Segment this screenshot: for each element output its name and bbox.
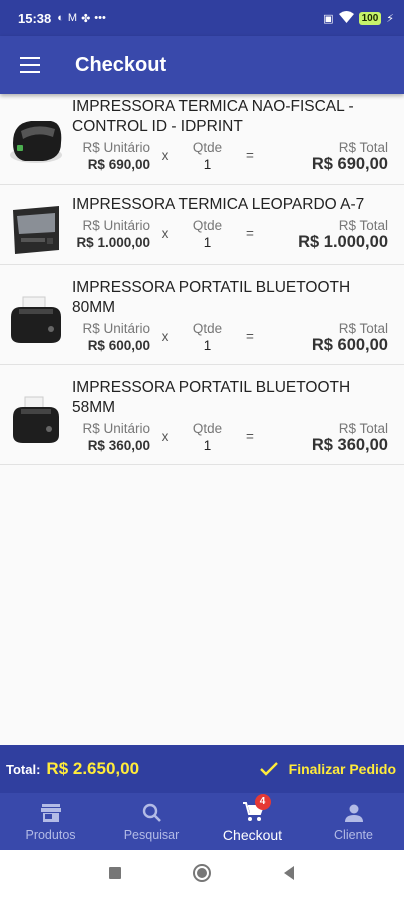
menu-icon[interactable] [20, 57, 40, 73]
product-name: IMPRESSORA TERMICA NAO-FISCAL - CONTROL … [72, 98, 354, 135]
finalize-order-button[interactable]: Finalizar Pedido [259, 761, 396, 777]
person-icon [344, 802, 364, 824]
total-label: R$ Total [338, 321, 388, 336]
nav-pesquisar[interactable]: Pesquisar [101, 793, 202, 850]
qty-label: Qtde [192, 218, 223, 233]
printer-thumbnail [13, 396, 59, 443]
cart-item[interactable]: IMPRESSORA TERMICA NAO-FISCAL - CONTROL … [0, 94, 404, 185]
cart-item[interactable]: IMPRESSORA TERMICA LEOPARDO A-7 R$ Unitá… [0, 185, 404, 265]
total-label: R$ Total [338, 218, 388, 233]
order-total-label: Total: [6, 761, 41, 777]
unit-price-label: R$ Unitário [82, 321, 150, 336]
unit-price-value: R$ 600,00 [87, 338, 150, 353]
nav-checkout[interactable]: 4 Checkout [202, 793, 303, 850]
qty-value[interactable]: 1 [204, 156, 212, 173]
product-image [0, 278, 72, 364]
bottom-navigation: Produtos Pesquisar 4 Checkout Cliente [0, 793, 404, 850]
nav-produtos[interactable]: Produtos [0, 793, 101, 850]
line-total-value: R$ 1.000,00 [298, 233, 388, 251]
sim-icon: ▣ [323, 12, 334, 25]
product-image [0, 378, 72, 464]
product-image [0, 195, 72, 264]
multiply-sign: x [161, 148, 169, 163]
more-icon: ••• [94, 12, 106, 24]
printer-thumbnail [13, 205, 59, 254]
total-label: R$ Total [338, 421, 388, 436]
battery-indicator: 100 [358, 11, 382, 25]
app-bar: Checkout [0, 36, 404, 94]
qty-value[interactable]: 1 [204, 337, 212, 354]
cart-item[interactable]: IMPRESSORA PORTATIL BLUETOOTH 80MM R$ Un… [0, 265, 404, 365]
status-bar: 15:38 ◐ M ✤ ••• ▣ 100 ⚡ [0, 0, 404, 36]
check-icon [259, 762, 278, 776]
cart-list: IMPRESSORA TERMICA NAO-FISCAL - CONTROL … [0, 94, 404, 465]
finalize-order-label: Finalizar Pedido [288, 761, 396, 777]
charging-icon: ⚡ [386, 12, 394, 25]
unit-price-label: R$ Unitário [82, 218, 150, 233]
pinwheel-icon: ✤ [81, 12, 91, 25]
line-total-value: R$ 690,00 [311, 155, 388, 173]
multiply-sign: x [161, 429, 169, 444]
wifi-icon [338, 10, 354, 26]
equals-sign: = [246, 429, 254, 444]
product-name: IMPRESSORA PORTATIL BLUETOOTH 58MM [72, 379, 351, 416]
home-button[interactable] [192, 863, 212, 888]
unit-price-label: R$ Unitário [82, 421, 150, 436]
status-time: 15:38 [18, 10, 52, 26]
cart-badge: 4 [254, 793, 271, 810]
multiply-sign: x [161, 329, 169, 344]
qty-label: Qtde [192, 321, 223, 336]
cart-icon: 4 [242, 793, 271, 823]
unit-price-value: R$ 690,00 [87, 157, 150, 172]
line-total-value: R$ 600,00 [311, 336, 388, 354]
printer-thumbnail [10, 120, 62, 163]
total-label: R$ Total [338, 140, 388, 155]
qty-label: Qtde [192, 421, 223, 436]
multiply-sign: x [161, 226, 169, 241]
order-total-value: R$ 2.650,00 [46, 759, 140, 778]
unit-price-label: R$ Unitário [82, 140, 150, 155]
search-icon [142, 802, 162, 824]
product-image [0, 97, 72, 184]
cart-item[interactable]: IMPRESSORA PORTATIL BLUETOOTH 58MM R$ Un… [0, 365, 404, 465]
nav-label: Cliente [334, 827, 373, 842]
qty-value[interactable]: 1 [204, 437, 212, 454]
store-icon [40, 802, 62, 824]
equals-sign: = [246, 148, 254, 163]
page-title: Checkout [75, 53, 167, 76]
product-name: IMPRESSORA TERMICA LEOPARDO A-7 [72, 196, 365, 213]
nav-label: Pesquisar [123, 827, 180, 842]
back-button[interactable] [282, 865, 296, 886]
nav-label: Checkout [222, 826, 283, 843]
checkout-footer: Total: R$ 2.650,00 Finalizar Pedido [0, 745, 404, 793]
equals-sign: = [246, 226, 254, 241]
product-name: IMPRESSORA PORTATIL BLUETOOTH 80MM [72, 279, 351, 316]
notification-icon: ◐ [57, 12, 64, 24]
unit-price-value: R$ 1.000,00 [76, 235, 150, 250]
equals-sign: = [246, 329, 254, 344]
system-navigation-bar [0, 850, 404, 900]
qty-value[interactable]: 1 [204, 234, 212, 251]
nav-cliente[interactable]: Cliente [303, 793, 404, 850]
line-total-value: R$ 360,00 [311, 436, 388, 454]
printer-thumbnail [11, 296, 61, 343]
nav-label: Produtos [25, 827, 76, 842]
recents-button[interactable] [108, 866, 122, 885]
unit-price-value: R$ 360,00 [87, 438, 150, 453]
gmail-icon: M [67, 12, 78, 24]
qty-label: Qtde [192, 140, 223, 155]
